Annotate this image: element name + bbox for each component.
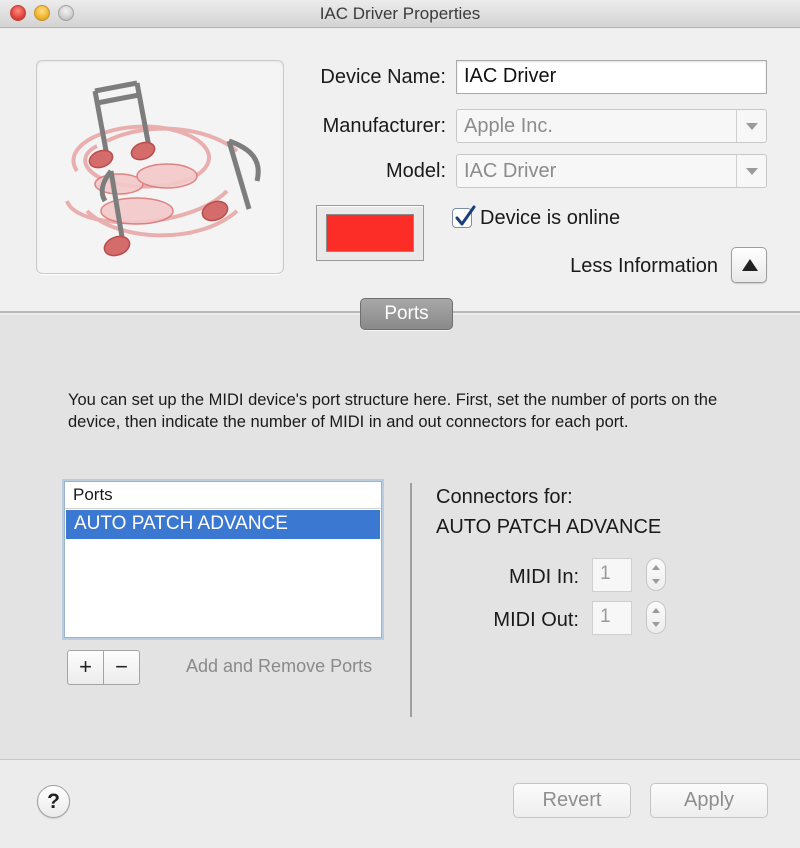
table-row[interactable]: AUTO PATCH ADVANCE [66,510,380,539]
midi-in-field[interactable]: 1 [592,558,632,592]
midi-out-field[interactable]: 1 [592,601,632,635]
footer-divider [0,759,800,760]
less-information-label: Less Information [570,255,718,277]
stepper-up-icon[interactable] [652,565,660,570]
revert-button[interactable]: Revert [513,783,631,818]
midi-out-label: MIDI Out: [493,609,579,631]
color-swatch [326,214,414,252]
tab-ports[interactable]: Ports [360,298,453,330]
manufacturer-label: Manufacturer: [322,115,446,137]
connectors-port-name: AUTO PATCH ADVANCE [436,516,662,538]
add-port-button[interactable]: + [67,650,104,685]
checkmark-icon [455,205,476,226]
device-color-well[interactable] [316,205,424,261]
window-title: IAC Driver Properties [319,4,481,23]
midi-out-stepper[interactable] [646,601,666,634]
manufacturer-value: Apple Inc. [464,115,553,137]
stepper-down-icon[interactable] [652,579,660,584]
device-info-panel: Device Name: IAC Driver Manufacturer: Ap… [0,29,800,313]
midi-in-stepper[interactable] [646,558,666,591]
iac-driver-properties-window: IAC Driver Properties Device Name: IAC D… [0,0,800,848]
stepper-down-icon[interactable] [652,622,660,627]
apply-button[interactable]: Apply [650,783,768,818]
device-name-field[interactable]: IAC Driver [456,60,767,94]
help-button[interactable]: ? [37,785,70,818]
remove-port-button[interactable]: − [103,650,140,685]
model-combo[interactable]: IAC Driver [456,154,767,188]
model-value: IAC Driver [464,160,557,182]
manufacturer-combo[interactable]: Apple Inc. [456,109,767,143]
chevron-down-icon[interactable] [736,155,766,187]
stepper-up-icon[interactable] [652,608,660,613]
device-name-label: Device Name: [320,66,446,88]
midi-in-label: MIDI In: [508,566,579,588]
triangle-up-icon [742,259,758,271]
ports-table[interactable]: Ports AUTO PATCH ADVANCE [64,481,382,638]
add-remove-ports-label: Add and Remove Ports [186,656,373,676]
title-bar: IAC Driver Properties [0,0,800,28]
less-information-button[interactable] [731,247,767,283]
model-label: Model: [385,160,446,182]
device-online-label[interactable]: Device is online [480,207,620,230]
ports-column-header[interactable]: Ports [65,482,381,509]
ports-description: You can set up the MIDI device's port st… [68,391,718,431]
chevron-down-icon[interactable] [736,110,766,142]
connectors-title: Connectors for: [436,486,573,508]
device-online-checkbox[interactable] [452,205,476,228]
vertical-divider [410,483,412,717]
